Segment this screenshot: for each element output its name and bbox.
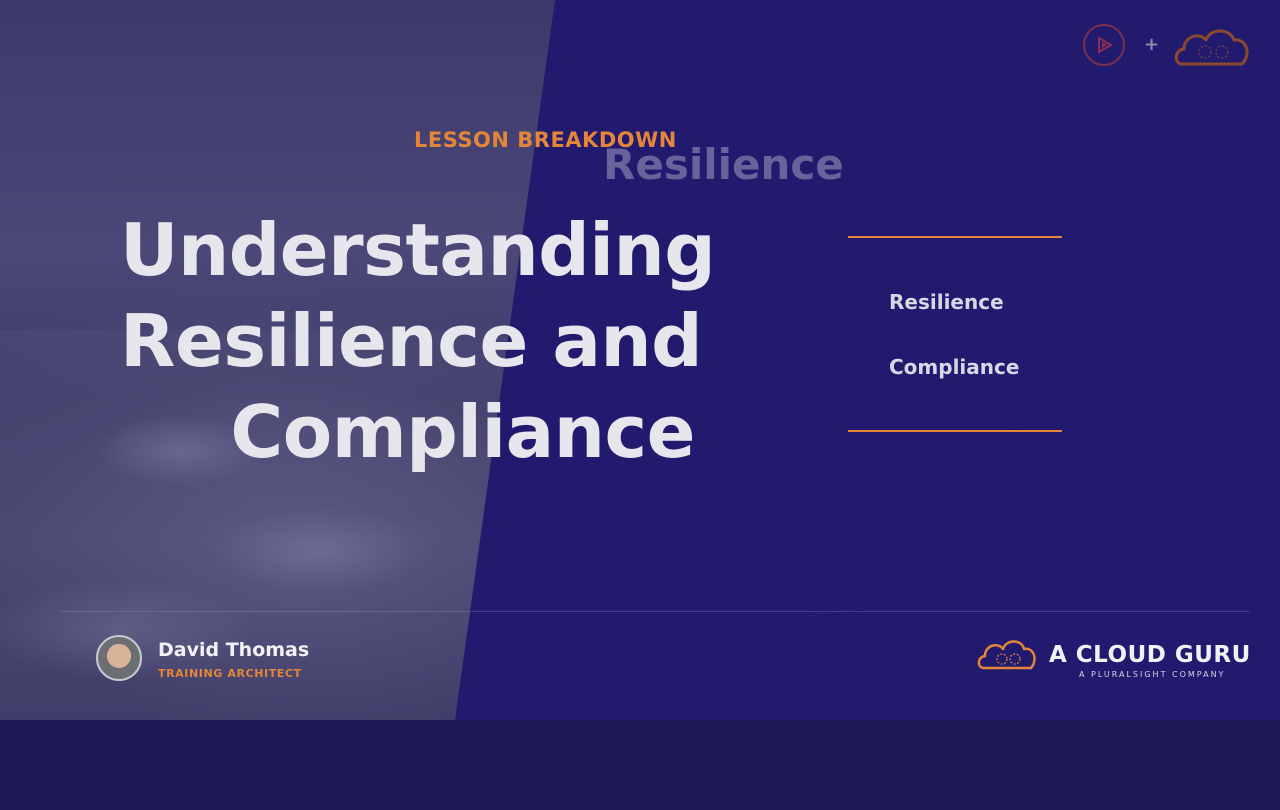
presenter-role: TRAINING ARCHITECT [158, 667, 302, 680]
avatar [96, 635, 142, 681]
plus-icon: + [1144, 34, 1160, 55]
topic-compliance: Compliance [889, 355, 1020, 379]
brand-name: A CLOUD GURU [1049, 642, 1251, 668]
cloud-guru-logo-icon [976, 634, 1038, 676]
title-line: Understanding [120, 208, 716, 292]
topic-resilience: Resilience [889, 290, 1004, 314]
topic-divider-top [848, 236, 1062, 238]
lesson-title: Understanding Resilience and Compliance [120, 205, 716, 478]
presenter-name: David Thomas [158, 639, 310, 661]
topic-divider-bottom [848, 430, 1062, 432]
cloud-guru-icon [1172, 22, 1252, 72]
title-line: Resilience and [120, 299, 703, 383]
footer-divider [60, 611, 1250, 612]
ghost-title: Resilience [603, 140, 844, 189]
pluralsight-play-icon [1083, 24, 1125, 66]
brand-tagline: A PLURALSIGHT COMPANY [1079, 670, 1226, 679]
title-line: Compliance [230, 390, 695, 474]
